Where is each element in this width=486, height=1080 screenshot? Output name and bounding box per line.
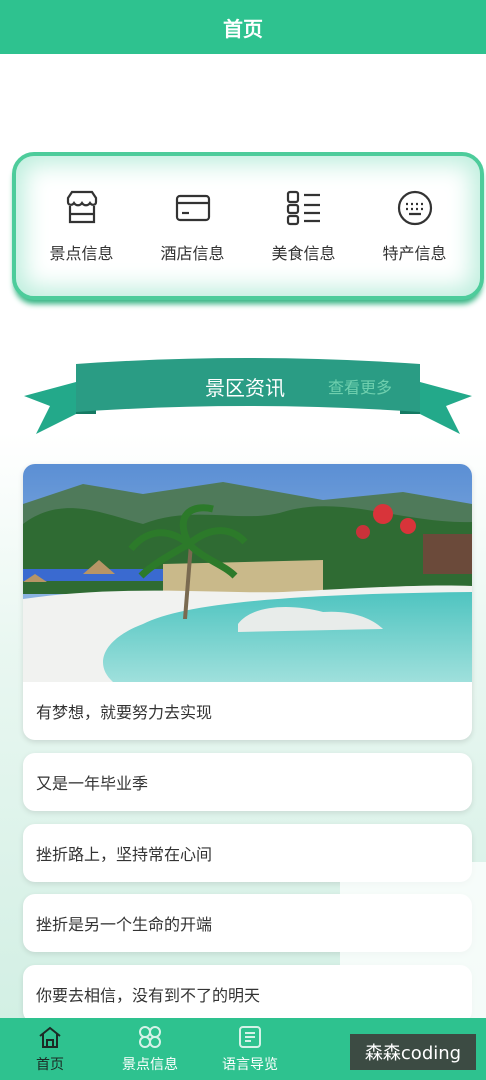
tab-home[interactable]: 首页: [0, 1018, 100, 1080]
tab-label: 首页: [36, 1057, 64, 1073]
store-icon: [66, 190, 97, 224]
quick-link-hotel[interactable]: 酒店信息: [143, 188, 243, 264]
tab-guide[interactable]: 语言导览: [200, 1018, 300, 1080]
news-title: 有梦想，就要努力去实现: [36, 703, 213, 722]
news-item-featured[interactable]: 有梦想，就要努力去实现: [23, 464, 472, 740]
page-header: 首页: [0, 0, 486, 54]
tab-label: 景点信息: [122, 1057, 178, 1073]
quick-link-specialty[interactable]: 特产信息: [365, 188, 465, 264]
keyboard-icon: [397, 190, 432, 226]
section-title: 景区资讯: [205, 376, 285, 400]
card-icon: [175, 194, 210, 222]
quick-link-label: 景点信息: [49, 244, 114, 263]
guide-icon: [239, 1026, 261, 1048]
tab-label: 语言导览: [222, 1057, 278, 1073]
news-item[interactable]: 又是一年毕业季: [23, 753, 472, 811]
home-icon: [39, 1026, 61, 1048]
news-title: 又是一年毕业季: [36, 774, 149, 793]
quick-link-label: 特产信息: [382, 244, 447, 263]
quick-link-label: 酒店信息: [160, 244, 225, 263]
watermark-label: 森森coding: [350, 1034, 476, 1070]
quick-link-scenic[interactable]: 景点信息: [32, 188, 132, 264]
quick-link-food[interactable]: 美食信息: [254, 188, 354, 264]
quick-links-card: 景点信息 酒店信息 美食信息 特产信息: [12, 152, 484, 300]
news-title: 你要去相信，没有到不了的明天: [36, 986, 261, 1005]
grid-icon: [139, 1026, 161, 1048]
list-grid-icon: [286, 190, 320, 226]
resort-beach-image: [23, 464, 472, 682]
watermark-text: 森森coding: [364, 1043, 462, 1064]
quick-link-label: 美食信息: [271, 244, 336, 263]
page-title: 首页: [223, 16, 263, 41]
watermark-overlay: [340, 862, 486, 1018]
view-more-link[interactable]: 查看更多: [328, 374, 392, 398]
tab-scenic[interactable]: 景点信息: [100, 1018, 200, 1080]
news-title: 挫折路上，坚持常在心间: [36, 845, 213, 864]
news-title: 挫折是另一个生命的开端: [36, 915, 213, 934]
